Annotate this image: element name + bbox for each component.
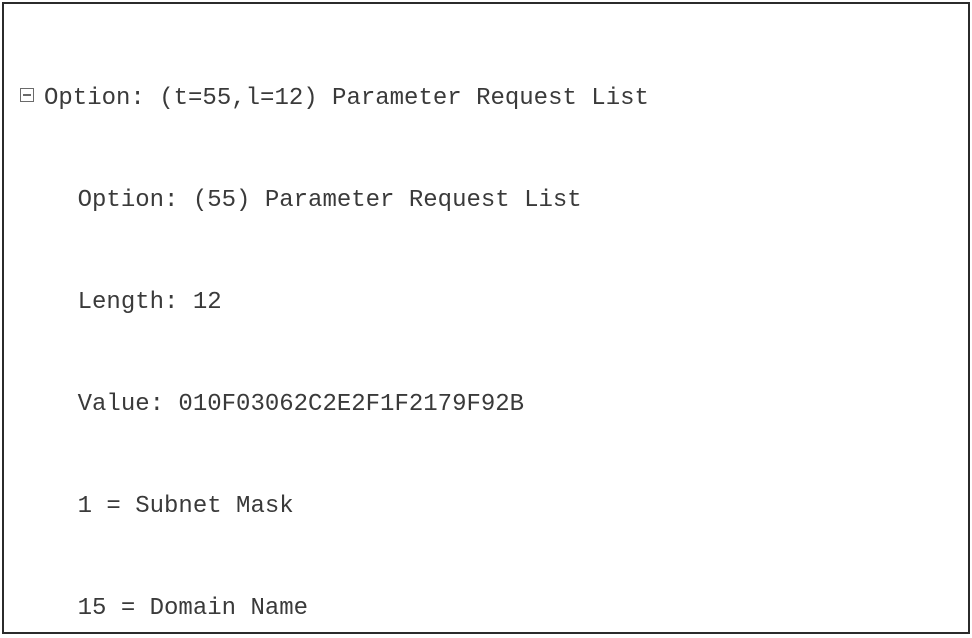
collapse-icon[interactable]	[20, 88, 34, 102]
option-header-text: Option: (t=55,l=12) Parameter Request Li…	[44, 85, 649, 112]
option-name-text: Option: (55) Parameter Request List	[78, 187, 582, 214]
param-row: 15 = Domain Name	[20, 592, 952, 626]
option-length-row: Length: 12	[20, 286, 952, 320]
option-value-text: Value: 010F03062C2E2F1F2179F92B	[78, 391, 524, 418]
option-value-row: Value: 010F03062C2E2F1F2179F92B	[20, 388, 952, 422]
param-text: 1 = Subnet Mask	[78, 493, 294, 520]
option-name-row: Option: (55) Parameter Request List	[20, 184, 952, 218]
option-header-row[interactable]: Option: (t=55,l=12) Parameter Request Li…	[20, 82, 952, 116]
param-row: 1 = Subnet Mask	[20, 490, 952, 524]
option-length-text: Length: 12	[78, 289, 222, 316]
param-text: 15 = Domain Name	[78, 595, 308, 622]
packet-details-panel: Option: (t=55,l=12) Parameter Request Li…	[2, 2, 970, 634]
